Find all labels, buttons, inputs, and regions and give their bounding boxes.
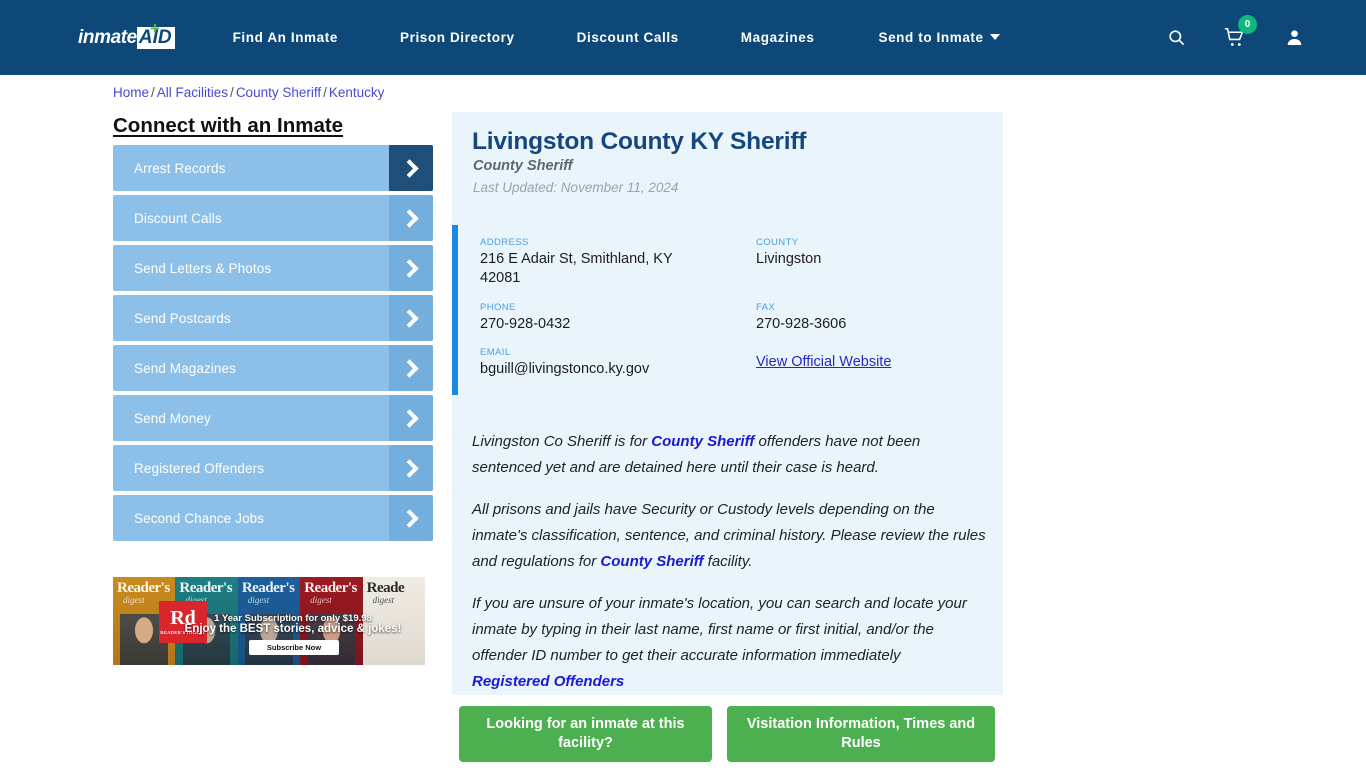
field-label: COUNTY (756, 237, 799, 248)
chevron-right-icon (389, 145, 433, 191)
sidebar-item-label: Send Postcards (134, 310, 231, 326)
facility-contact-block: ADDRESS 216 E Adair St, Smithland, KY 42… (452, 225, 1003, 395)
chevron-right-icon (389, 495, 433, 541)
nav-item-discount-calls[interactable]: Discount Calls (577, 24, 679, 51)
breadcrumb: Home / All Facilities / County Sheriff / Kentu… (113, 85, 384, 100)
breadcrumb-item-home[interactable]: Home (113, 85, 149, 100)
field-value: 270-928-3606 (756, 316, 847, 332)
field-value: 216 E Adair St, Smithland, KY 42081 (480, 251, 673, 286)
description-paragraph-3: If you are unsure of your inmate's locat… (472, 591, 990, 695)
ad-cover-sub: digest (310, 595, 332, 605)
county-sheriff-link-1[interactable]: County Sheriff (651, 433, 754, 450)
facility-description: Livingston Co Sheriff is for County Sher… (472, 429, 990, 695)
facility-card: Livingston County KY Sheriff County Sher… (452, 112, 1003, 695)
field-label: EMAIL (480, 347, 511, 358)
header-icon-group: 0 (1167, 0, 1304, 75)
sidebar-item-label: Discount Calls (134, 210, 222, 226)
sidebar-menu: Arrest Records Discount Calls Send Lette… (113, 145, 433, 545)
official-website-wrap: View Official Website (756, 353, 1006, 371)
breadcrumb-separator: / (230, 85, 234, 100)
top-navigation-bar: inmate AID + Find An Inmate Prison Direc… (0, 0, 1366, 75)
logo-plus-icon: + (150, 18, 160, 38)
breadcrumb-item-county-sheriff[interactable]: County Sheriff (236, 85, 321, 100)
field-address: ADDRESS 216 E Adair St, Smithland, KY 42… (480, 237, 710, 288)
site-logo[interactable]: inmate AID + (78, 20, 175, 51)
breadcrumb-separator: / (323, 85, 327, 100)
sidebar-item-second-chance-jobs[interactable]: Second Chance Jobs (113, 495, 433, 541)
cart-count-badge: 0 (1238, 15, 1257, 34)
nav-item-send-to-inmate[interactable]: Send to Inmate (878, 24, 1000, 51)
sidebar-item-send-magazines[interactable]: Send Magazines (113, 345, 433, 391)
chevron-right-icon (389, 395, 433, 441)
chevron-down-icon (989, 34, 1000, 40)
visitation-information-button[interactable]: Visitation Information, Times and Rules (727, 706, 995, 762)
field-phone: PHONE 270-928-0432 (480, 302, 710, 334)
sidebar-item-send-money[interactable]: Send Money (113, 395, 433, 441)
looking-for-inmate-button[interactable]: Looking for an inmate at this facility? (459, 706, 712, 762)
account-icon[interactable] (1285, 28, 1304, 47)
field-value: 270-928-0432 (480, 316, 571, 332)
registered-offenders-link[interactable]: Registered Offenders (472, 669, 624, 695)
sidebar-heading: Connect with an Inmate (113, 114, 344, 137)
sidebar-item-label: Arrest Records (134, 160, 226, 176)
ad-subscribe-button[interactable]: Subscribe Now (249, 640, 339, 655)
nav-item-find-an-inmate[interactable]: Find An Inmate (233, 24, 338, 51)
search-icon[interactable] (1167, 28, 1186, 47)
page-title: Livingston County KY Sheriff (472, 128, 807, 155)
p2-text-b: facility. (703, 553, 753, 570)
field-label: ADDRESS (480, 237, 529, 248)
sidebar-item-label: Send Magazines (134, 360, 236, 376)
cart-icon[interactable]: 0 (1224, 15, 1257, 48)
p1-text-a: Livingston Co Sheriff is for (472, 433, 652, 450)
sidebar-item-arrest-records[interactable]: Arrest Records (113, 145, 433, 191)
field-fax: FAX 270-928-3606 (756, 302, 986, 334)
sidebar-item-send-postcards[interactable]: Send Postcards (113, 295, 433, 341)
chevron-right-icon (389, 245, 433, 291)
ad-headline-2: Enjoy the BEST stories, advice & jokes! (184, 623, 402, 635)
p3-text-a: If you are unsure of your inmate's locat… (472, 595, 967, 664)
nav-item-send-to-inmate-label: Send to Inmate (878, 30, 984, 45)
breadcrumb-item-all-facilities[interactable]: All Facilities (157, 85, 228, 100)
sidebar-item-registered-offenders[interactable]: Registered Offenders (113, 445, 433, 491)
nav-item-prison-directory[interactable]: Prison Directory (400, 24, 515, 51)
description-paragraph-1: Livingston Co Sheriff is for County Sher… (472, 429, 990, 481)
sidebar-item-send-letters-photos[interactable]: Send Letters & Photos (113, 245, 433, 291)
sidebar-item-label: Second Chance Jobs (134, 510, 265, 526)
chevron-right-icon (389, 345, 433, 391)
sidebar-item-label: Send Letters & Photos (134, 260, 272, 276)
chevron-right-icon (389, 295, 433, 341)
county-sheriff-link-2[interactable]: County Sheriff (600, 553, 703, 570)
chevron-right-icon (389, 445, 433, 491)
ad-cover-sub: digest (247, 595, 270, 605)
sidebar-item-discount-calls[interactable]: Discount Calls (113, 195, 433, 241)
chevron-right-icon (389, 195, 433, 241)
breadcrumb-item-kentucky[interactable]: Kentucky (329, 85, 385, 100)
view-official-website-link[interactable]: View Official Website (756, 354, 891, 370)
field-value: bguill@livingstonco.ky.gov (480, 361, 650, 377)
field-label: PHONE (480, 302, 516, 313)
ad-cover-sub: digest (123, 595, 145, 605)
field-email: EMAIL bguill@livingstonco.ky.gov (480, 347, 730, 379)
logo-wordmark: inmate (78, 26, 137, 48)
facility-type: County Sheriff (473, 158, 573, 174)
field-label: FAX (756, 302, 776, 313)
field-value: Livingston (756, 251, 822, 267)
ad-cover-sub: digest (372, 595, 395, 605)
description-paragraph-2: All prisons and jails have Security or C… (472, 497, 990, 575)
sidebar-item-label: Registered Offenders (134, 460, 265, 476)
breadcrumb-separator: / (151, 85, 155, 100)
sidebar-item-label: Send Money (134, 410, 211, 426)
field-county: COUNTY Livingston (756, 237, 986, 269)
advertisement-banner[interactable]: Reader's digest Reader's digest Reader's di… (113, 577, 425, 665)
nav-item-magazines[interactable]: Magazines (741, 24, 815, 51)
primary-nav-links: Find An Inmate Prison Directory Discount… (233, 24, 1000, 51)
last-updated-text: Last Updated: November 11, 2024 (473, 180, 679, 195)
